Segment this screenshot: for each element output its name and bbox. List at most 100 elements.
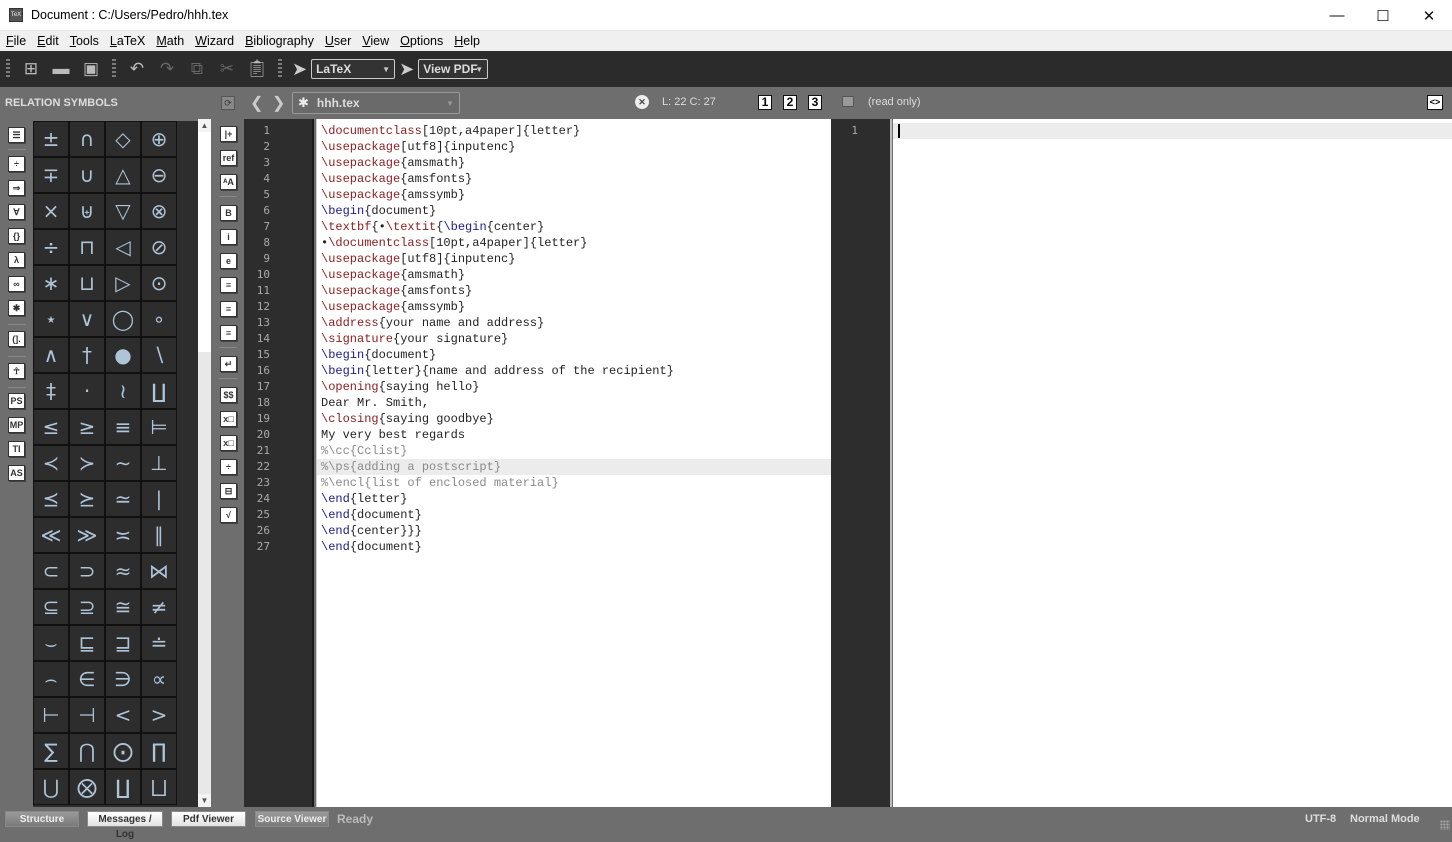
symbol-button[interactable]: ≈ xyxy=(105,553,141,589)
code-line[interactable]: •\documentclass[10pt,a4paper]{letter} xyxy=(317,235,832,251)
view-button[interactable]: ➤ xyxy=(399,59,414,80)
code-editor[interactable]: \documentclass[10pt,a4paper]{letter} \use… xyxy=(316,119,832,807)
code-line[interactable]: \usepackage{amsfonts} xyxy=(317,171,832,187)
symbol-category-icon[interactable]: TI xyxy=(8,441,25,457)
folder-icon[interactable] xyxy=(842,96,854,107)
code-line[interactable]: \address{your name and address} xyxy=(317,315,832,331)
menu-options[interactable]: Options xyxy=(394,34,448,48)
symbol-button[interactable]: ⊣ xyxy=(69,697,105,733)
symbol-button[interactable]: ⊎ xyxy=(69,193,105,229)
minimize-button[interactable]: — xyxy=(1314,0,1360,31)
symbol-button[interactable]: ⨂ xyxy=(69,769,105,805)
symbol-category-icon[interactable]: ☰ xyxy=(8,127,25,143)
symbol-button[interactable]: ⋃ xyxy=(33,769,69,805)
symbol-button[interactable]: ∘ xyxy=(141,301,177,337)
code-line[interactable]: \usepackage{amssymb} xyxy=(317,187,832,203)
toolbar-grip[interactable] xyxy=(112,59,116,79)
code-line[interactable]: \end{center}}} xyxy=(317,523,832,539)
symbol-button[interactable]: > xyxy=(141,697,177,733)
symbol-category-icon[interactable]: ∞ xyxy=(8,276,25,292)
symbol-button[interactable]: ▽ xyxy=(105,193,141,229)
encoding-indicator[interactable]: UTF-8 xyxy=(1305,813,1336,825)
menu-math[interactable]: Math xyxy=(150,34,189,48)
symbol-button[interactable]: ∋ xyxy=(105,661,141,697)
back-icon[interactable]: ❮ xyxy=(250,93,263,113)
symbol-button[interactable]: ⊒ xyxy=(105,625,141,661)
symbol-button[interactable]: ⊃ xyxy=(69,553,105,589)
fraction-icon[interactable]: ⊟ xyxy=(220,483,237,499)
symbol-button[interactable]: ∧ xyxy=(33,337,69,373)
symbol-button[interactable]: ≃ xyxy=(105,481,141,517)
symbol-button[interactable]: ≥ xyxy=(69,409,105,445)
symbol-button[interactable]: ⋆ xyxy=(33,301,69,337)
build-button[interactable]: ➤ xyxy=(292,59,307,80)
pdf-viewer-tab[interactable]: Pdf Viewer xyxy=(171,811,246,827)
symbol-button[interactable]: ≫ xyxy=(69,517,105,553)
menu-wizard[interactable]: Wizard xyxy=(189,34,239,48)
superscript-icon[interactable]: x□ xyxy=(220,435,237,451)
symbol-category-icon[interactable]: ÷ xyxy=(8,156,25,172)
symbol-category-icon[interactable]: λ xyxy=(8,252,25,268)
symbol-button[interactable]: ⊇ xyxy=(69,589,105,625)
symbol-button[interactable]: ≡ xyxy=(105,409,141,445)
symbol-button[interactable]: ∐ xyxy=(105,769,141,805)
symbol-button[interactable]: ⪯ xyxy=(33,481,69,517)
menu-user[interactable]: User xyxy=(319,34,356,48)
symbol-button[interactable]: ∖ xyxy=(141,337,177,373)
symbol-button[interactable]: < xyxy=(105,697,141,733)
redo-button[interactable]: ↷ xyxy=(152,54,182,84)
save-button[interactable]: ▣ xyxy=(76,54,106,84)
paste-button[interactable]: 📋︎ xyxy=(242,54,272,84)
symbol-button[interactable]: ≐ xyxy=(141,625,177,661)
symbol-category-icon[interactable]: ☥ xyxy=(8,363,25,379)
menu-file[interactable]: File xyxy=(0,34,31,48)
symbol-button[interactable]: † xyxy=(69,337,105,373)
symbol-button[interactable]: ÷ xyxy=(33,229,69,265)
symbol-category-icon[interactable]: MP xyxy=(8,417,25,433)
symbol-button[interactable]: ⊕ xyxy=(141,121,177,157)
toolbar-grip[interactable] xyxy=(6,59,10,79)
source-viewer[interactable] xyxy=(893,119,1452,807)
code-line[interactable]: %\ps{adding a postscript} xyxy=(317,459,832,475)
code-line[interactable]: \usepackage[utf8]{inputenc} xyxy=(317,139,832,155)
align-right-icon[interactable]: ≡ xyxy=(220,325,237,341)
toggle-source-icon[interactable]: <> xyxy=(1427,95,1443,110)
symbol-button[interactable]: ∣ xyxy=(141,481,177,517)
code-line[interactable]: \closing{saying goodbye} xyxy=(317,411,832,427)
symbol-button[interactable]: ⊓ xyxy=(69,229,105,265)
bold-icon[interactable]: B xyxy=(220,205,237,221)
symbol-button[interactable]: ∨ xyxy=(69,301,105,337)
scrollbar-thumb[interactable] xyxy=(198,132,211,352)
code-line[interactable]: \documentclass[10pt,a4paper]{letter} xyxy=(317,123,832,139)
source-viewer-tab[interactable]: Source Viewer xyxy=(255,811,329,827)
emphasis-icon[interactable]: e xyxy=(220,253,237,269)
menu-bibliography[interactable]: Bibliography xyxy=(239,34,319,48)
viewer-select[interactable]: View PDF ▼ xyxy=(418,59,489,79)
open-file-button[interactable]: ▬ xyxy=(46,54,76,84)
view-1-button[interactable]: 1 xyxy=(758,95,772,110)
close-file-icon[interactable]: ✕ xyxy=(635,95,649,109)
code-line[interactable]: My very best regards xyxy=(317,427,832,443)
symbol-scrollbar[interactable]: ▲ ▼ xyxy=(198,119,211,807)
symbol-button[interactable]: ◁ xyxy=(105,229,141,265)
symbol-button[interactable]: ∝ xyxy=(141,661,177,697)
new-file-button[interactable]: ⊞ xyxy=(16,54,46,84)
symbol-button[interactable]: ⌢ xyxy=(33,661,69,697)
code-line[interactable]: \usepackage{amsfonts} xyxy=(317,283,832,299)
code-line[interactable]: \usepackage{amssymb} xyxy=(317,299,832,315)
symbol-button[interactable]: ⊢ xyxy=(33,697,69,733)
symbol-button[interactable]: ∼ xyxy=(105,445,141,481)
resize-grip[interactable] xyxy=(1440,820,1450,830)
italic-icon[interactable]: i xyxy=(220,229,237,245)
symbol-category-icon[interactable]: ✱ xyxy=(8,300,25,316)
code-line[interactable]: \end{document} xyxy=(317,507,832,523)
code-line[interactable]: \end{document} xyxy=(317,539,832,555)
symbol-button[interactable]: ⌣ xyxy=(33,625,69,661)
scroll-up-icon[interactable]: ▲ xyxy=(198,119,211,132)
symbol-category-icon[interactable]: {} xyxy=(8,228,25,244)
symbol-button[interactable]: ● xyxy=(105,337,141,373)
symbol-button[interactable]: ∈ xyxy=(69,661,105,697)
menu-edit[interactable]: Edit xyxy=(31,34,64,48)
symbol-button[interactable]: ⊨ xyxy=(141,409,177,445)
menu-tools[interactable]: Tools xyxy=(64,34,104,48)
